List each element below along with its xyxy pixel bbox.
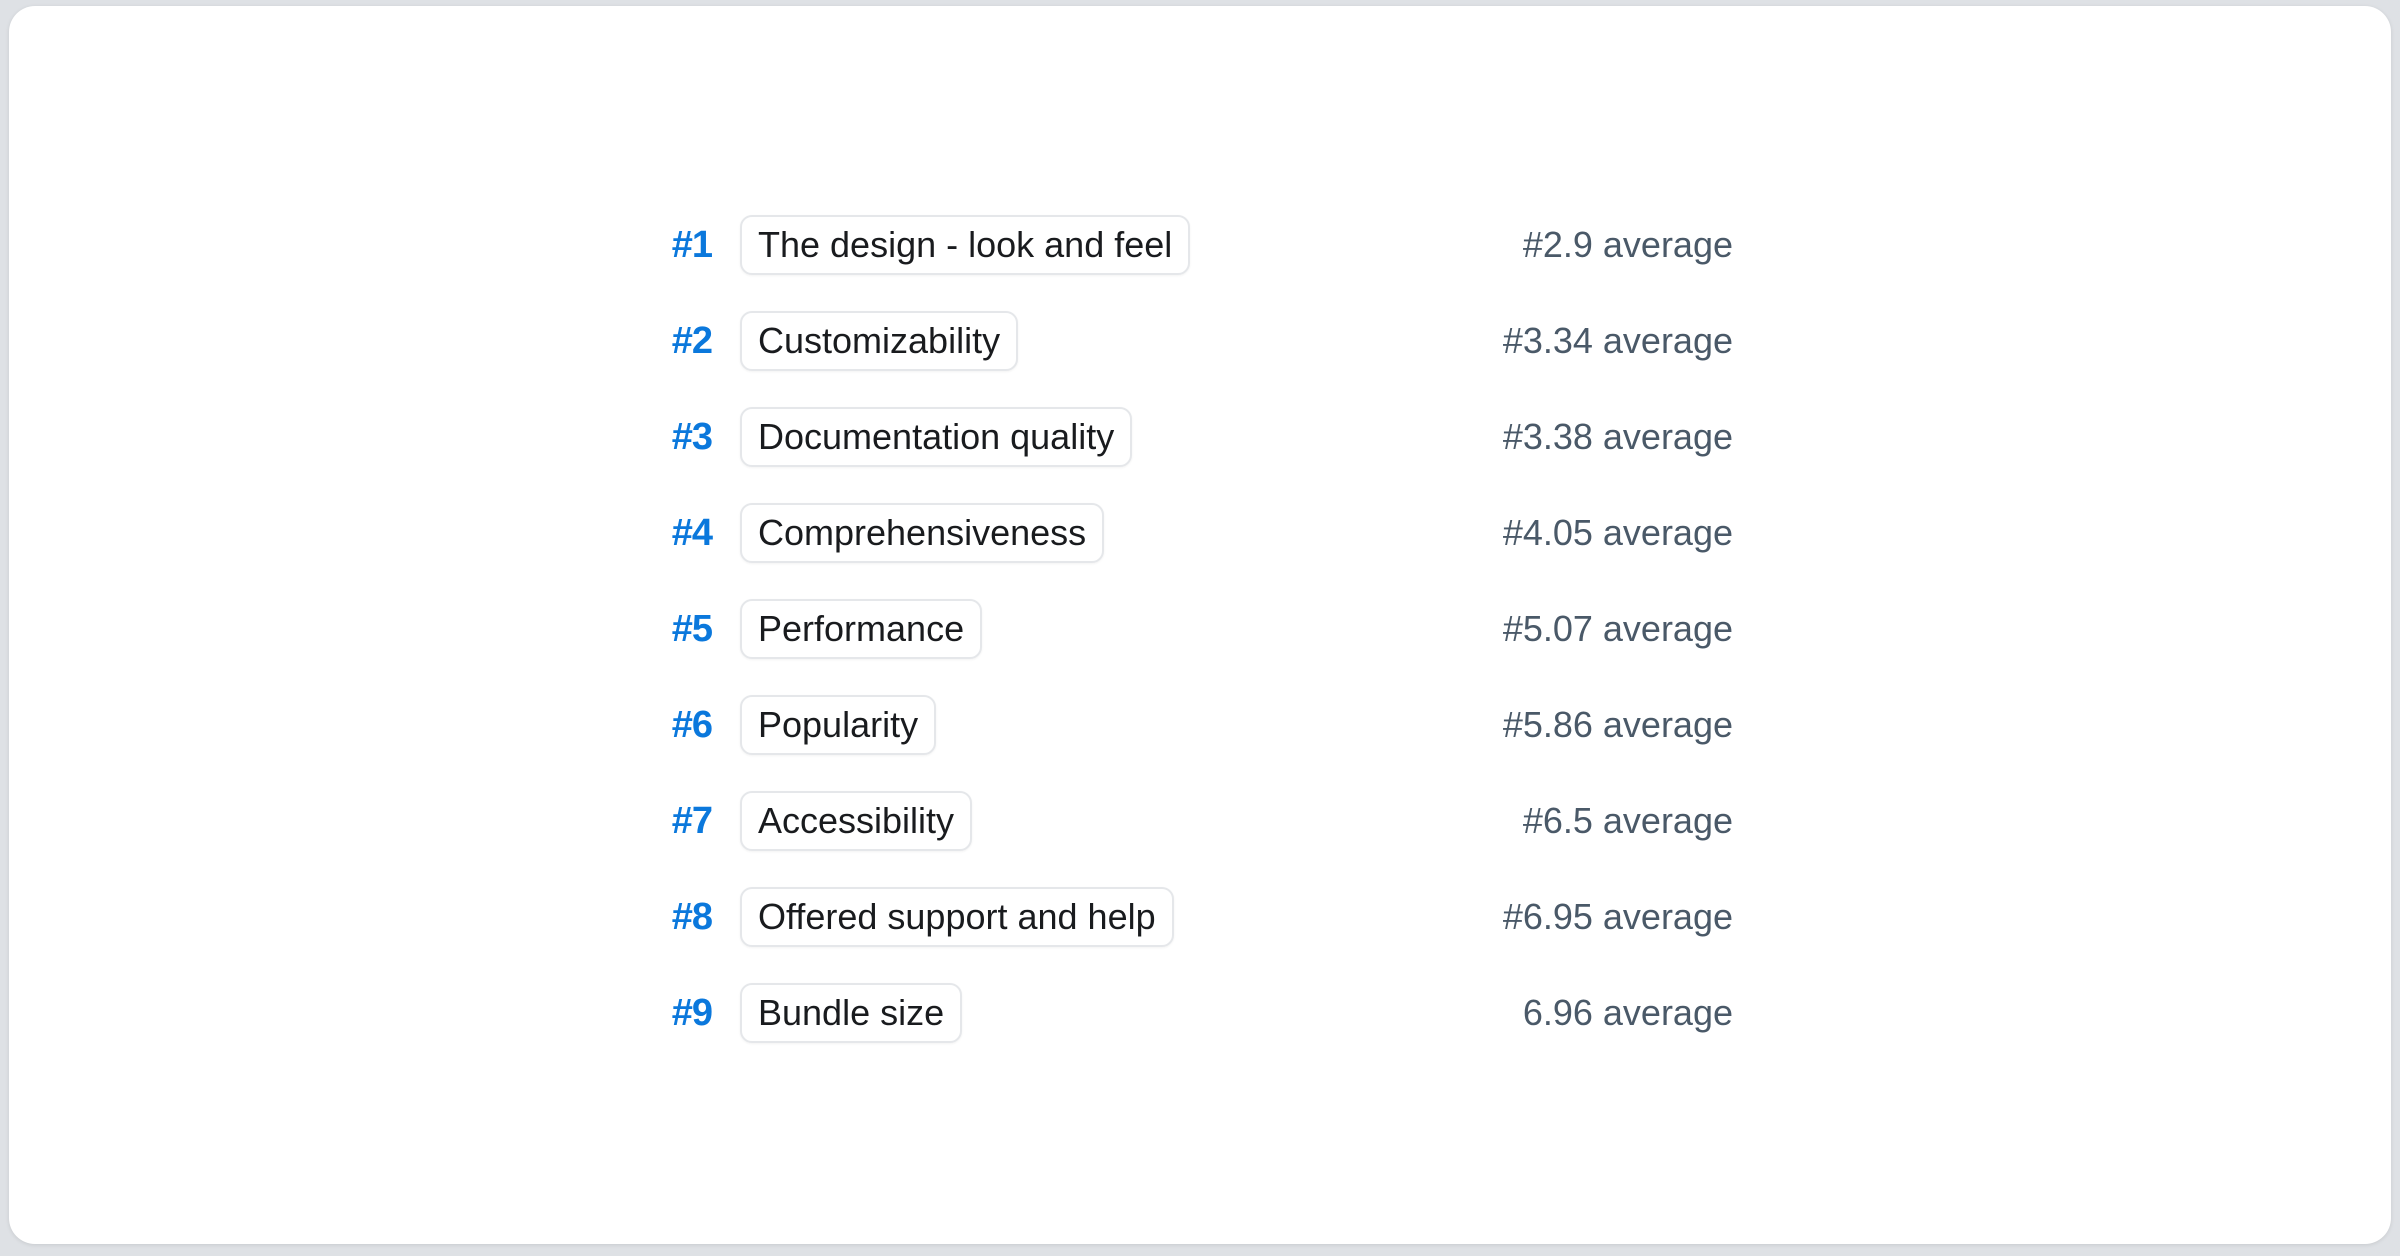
ranking-row: #7 Accessibility #6.5 average xyxy=(640,773,1733,869)
average-value: #4.05 average xyxy=(1104,512,1733,554)
rank-number: #1 xyxy=(640,224,712,267)
average-value: #3.34 average xyxy=(1018,320,1733,362)
choice-box[interactable]: Offered support and help xyxy=(740,887,1174,947)
rank-number: #6 xyxy=(640,704,712,747)
choice-box[interactable]: Comprehensiveness xyxy=(740,503,1104,563)
choice-box[interactable]: Accessibility xyxy=(740,791,972,851)
choice-box[interactable]: Documentation quality xyxy=(740,407,1132,467)
ranking-row: #9 Bundle size 6.96 average xyxy=(640,965,1733,1061)
ranking-row: #6 Popularity #5.86 average xyxy=(640,677,1733,773)
choice-box[interactable]: The design - look and feel xyxy=(740,215,1190,275)
rank-number: #7 xyxy=(640,800,712,843)
average-value: #5.07 average xyxy=(982,608,1733,650)
rank-number: #2 xyxy=(640,320,712,363)
choice-box[interactable]: Customizability xyxy=(740,311,1018,371)
average-value: #3.38 average xyxy=(1132,416,1733,458)
choice-box[interactable]: Popularity xyxy=(740,695,936,755)
rank-number: #3 xyxy=(640,416,712,459)
ranking-row: #2 Customizability #3.34 average xyxy=(640,293,1733,389)
ranking-row: #3 Documentation quality #3.38 average xyxy=(640,389,1733,485)
rank-number: #8 xyxy=(640,896,712,939)
ranking-row: #1 The design - look and feel #2.9 avera… xyxy=(640,197,1733,293)
rank-number: #9 xyxy=(640,992,712,1035)
ranking-row: #5 Performance #5.07 average xyxy=(640,581,1733,677)
rank-number: #5 xyxy=(640,608,712,651)
results-card: #1 The design - look and feel #2.9 avera… xyxy=(9,6,2391,1244)
choice-box[interactable]: Bundle size xyxy=(740,983,962,1043)
ranking-row: #8 Offered support and help #6.95 averag… xyxy=(640,869,1733,965)
average-value: #6.5 average xyxy=(972,800,1733,842)
average-value: #6.95 average xyxy=(1174,896,1733,938)
ranking-list: #1 The design - look and feel #2.9 avera… xyxy=(640,197,1733,1061)
average-value: #5.86 average xyxy=(936,704,1733,746)
ranking-row: #4 Comprehensiveness #4.05 average xyxy=(640,485,1733,581)
choice-box[interactable]: Performance xyxy=(740,599,982,659)
average-value: 6.96 average xyxy=(962,992,1733,1034)
average-value: #2.9 average xyxy=(1190,224,1733,266)
rank-number: #4 xyxy=(640,512,712,555)
